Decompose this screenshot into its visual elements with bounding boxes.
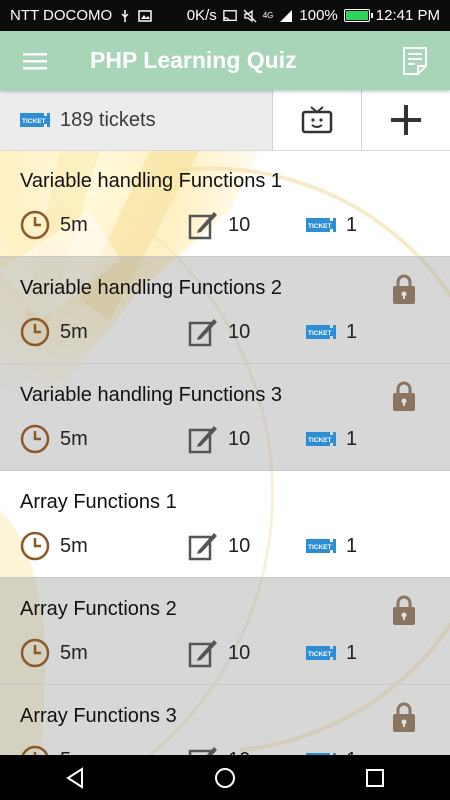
quiz-meta: 5m 10 TICKET 1	[20, 637, 440, 669]
watch-video-button[interactable]	[272, 90, 361, 150]
quiz-questions: 10	[228, 213, 251, 236]
image-notification-icon	[138, 9, 152, 22]
lock-icon	[393, 274, 415, 304]
lock-icon	[393, 381, 415, 411]
quiz-meta: 5m 10 TICKET 1	[20, 316, 440, 348]
quiz-title: Variable handling Functions 2	[20, 277, 283, 299]
quiz-title: Array Functions 1	[20, 491, 177, 513]
navigation-bar	[0, 755, 450, 800]
quiz-questions: 10	[228, 641, 251, 664]
quiz-time: 5m	[60, 749, 88, 756]
network-type: 4G	[262, 11, 274, 20]
quiz-time: 5m	[60, 534, 88, 557]
battery-icon	[343, 9, 373, 22]
cast-icon	[222, 9, 237, 21]
back-button[interactable]	[45, 755, 105, 800]
edit-icon	[188, 747, 217, 755]
quiz-time: 5m	[60, 641, 88, 664]
menu-button[interactable]	[0, 31, 70, 90]
clock-icon	[20, 638, 50, 668]
quiz-meta: 5m 10 TICKET 1	[20, 423, 440, 455]
status-bar: NTT DOCOMO 0K/s 4G 100% 12:41 PM	[0, 0, 450, 31]
edit-icon	[188, 533, 217, 561]
lock-icon	[393, 595, 415, 625]
quiz-meta: 5m 10 TICKET 1	[20, 530, 440, 562]
clock-icon	[21, 745, 49, 755]
home-button[interactable]	[195, 755, 255, 800]
quiz-meta: 5m 10 TICKET 1	[20, 209, 440, 241]
edit-icon	[188, 426, 217, 454]
app-title: PHP Learning Quiz	[90, 47, 297, 73]
tickets-info: TICKET 189 tickets	[0, 90, 272, 150]
quiz-list[interactable]: Variable handling Functions 1 5m 10 TICK…	[0, 150, 450, 755]
quiz-tickets: 1	[346, 427, 358, 450]
ticket-icon-text: TICKET	[308, 437, 332, 444]
ticket-icon: TICKET	[306, 218, 336, 232]
ticket-icon: TICKET	[306, 753, 336, 755]
quiz-questions: 10	[228, 427, 251, 450]
carrier-name: NTT DOCOMO	[10, 7, 113, 24]
recents-icon	[366, 768, 384, 787]
network-speed: 0K/s	[186, 7, 217, 24]
home-icon	[215, 767, 235, 788]
quiz-time: 5m	[60, 213, 88, 236]
signal-icon	[280, 9, 293, 22]
ticket-icon-text: TICKET	[308, 651, 332, 658]
back-icon	[66, 766, 83, 789]
edit-icon	[188, 640, 217, 668]
quiz-questions: 10	[228, 320, 251, 343]
edit-icon	[188, 319, 217, 347]
quiz-item[interactable]: Variable handling Functions 3 5m 10 TICK…	[0, 364, 450, 471]
quiz-item[interactable]: Array Functions 3 5m 10 TICKET 1	[0, 685, 450, 755]
quiz-time: 5m	[60, 320, 88, 343]
quiz-item[interactable]: Array Functions 2 5m 10 TICKET 1	[0, 578, 450, 685]
quiz-questions: 10	[228, 749, 250, 756]
clock-icon	[20, 210, 50, 240]
usb-icon	[121, 9, 129, 22]
quiz-tickets: 1	[346, 534, 358, 557]
mute-icon	[243, 9, 257, 22]
ticket-icon: TICKET	[306, 646, 336, 660]
clock-icon	[20, 424, 50, 454]
quiz-title: Variable handling Functions 3	[20, 384, 283, 406]
quiz-title: Array Functions 2	[20, 598, 177, 620]
lock-icon	[393, 702, 415, 732]
quiz-title: Array Functions 3	[20, 705, 177, 727]
ticket-icon: TICKET	[306, 325, 336, 339]
clock: 12:41 PM	[375, 7, 440, 24]
quiz-questions: 10	[228, 534, 251, 557]
quiz-tickets: 1	[346, 213, 358, 236]
tickets-bar: TICKET 189 tickets	[0, 90, 450, 151]
tv-icon	[301, 106, 333, 134]
quiz-item[interactable]: Variable handling Functions 2 5m 10 TICK…	[0, 257, 450, 364]
quiz-tickets: 1	[346, 641, 358, 664]
plus-icon	[391, 105, 421, 135]
tickets-count: 189 tickets	[60, 108, 156, 131]
ticket-icon-text: TICKET	[308, 544, 332, 551]
quiz-item[interactable]: Array Functions 1 5m 10 TICKET 1	[0, 471, 450, 578]
edit-icon	[188, 212, 217, 240]
notes-button[interactable]	[380, 31, 450, 90]
quiz-meta: 5m 10 TICKET 1	[20, 744, 440, 755]
ticket-icon: TICKET	[306, 539, 336, 553]
hamburger-menu-icon	[23, 52, 47, 69]
quiz-item[interactable]: Variable handling Functions 1 5m 10 TICK…	[0, 150, 450, 257]
ticket-icon-text: TICKET	[308, 330, 332, 337]
ticket-icon-text: TICKET	[22, 118, 46, 125]
quiz-title: Variable handling Functions 1	[20, 170, 283, 192]
quiz-tickets: 1	[346, 320, 358, 343]
battery-percent: 100%	[299, 7, 338, 24]
clock-icon	[20, 531, 50, 561]
quiz-time: 5m	[60, 427, 88, 450]
notes-icon	[403, 46, 427, 75]
ticket-icon-text: TICKET	[308, 223, 332, 230]
ticket-icon: TICKET	[20, 113, 50, 127]
add-tickets-button[interactable]	[361, 90, 450, 150]
app-bar: PHP Learning Quiz	[0, 31, 450, 90]
recents-button[interactable]	[345, 755, 405, 800]
clock-icon	[20, 317, 50, 347]
ticket-icon: TICKET	[306, 432, 336, 446]
quiz-tickets: 1	[346, 749, 357, 756]
